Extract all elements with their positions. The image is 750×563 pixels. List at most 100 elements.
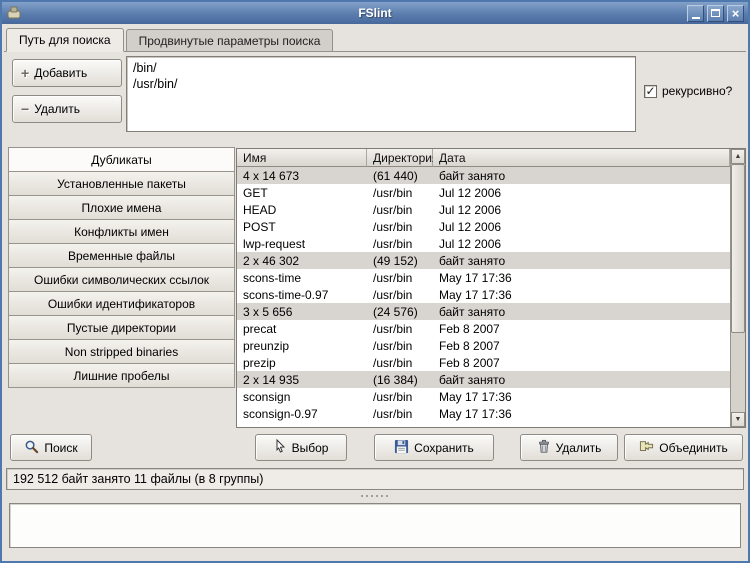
recursive-checkbox-row[interactable]: ✓ рекурсивно?: [644, 84, 732, 98]
sidebar-item-redundant-whitespace[interactable]: Лишние пробелы: [8, 363, 235, 388]
table-row[interactable]: sconsign-0.97/usr/binMay 17 17:36: [237, 405, 730, 422]
sidebar-item-empty-directories[interactable]: Пустые директории: [8, 315, 235, 340]
sidebar-item-non-stripped-binaries[interactable]: Non stripped binaries: [8, 339, 235, 364]
path-item[interactable]: /bin/: [133, 60, 629, 76]
cell-name: preunzip: [237, 339, 367, 353]
table-row[interactable]: sconsign/usr/binMay 17 17:36: [237, 388, 730, 405]
cell-date: Jul 12 2006: [433, 237, 730, 251]
vertical-scrollbar[interactable]: ▲ ▼: [730, 149, 745, 427]
tab-label: Путь для поиска: [19, 33, 111, 47]
minus-icon: −: [21, 101, 29, 117]
sidebar-item-bad-ids[interactable]: Ошибки идентификаторов: [8, 291, 235, 316]
column-header-directory[interactable]: Директория: [367, 149, 433, 167]
cell-date: May 17 17:36: [433, 288, 730, 302]
search-label: Поиск: [44, 441, 77, 455]
cell-name: scons-time-0.97: [237, 288, 367, 302]
table-row[interactable]: lwp-request/usr/binJul 12 2006: [237, 235, 730, 252]
scroll-up-button[interactable]: ▲: [731, 149, 745, 164]
scroll-up-icon: ▲: [735, 153, 742, 160]
sidebar-item-temp-files[interactable]: Временные файлы: [8, 243, 235, 268]
cell-directory: /usr/bin: [367, 186, 433, 200]
cell-directory: /usr/bin: [367, 271, 433, 285]
sidebar-item-installed-packages[interactable]: Установленные пакеты: [8, 171, 235, 196]
sidebar-item-bad-names[interactable]: Плохие имена: [8, 195, 235, 220]
cell-date: Jul 12 2006: [433, 186, 730, 200]
trash-icon: [537, 439, 551, 457]
table-row[interactable]: GET/usr/binJul 12 2006: [237, 184, 730, 201]
cell-name: HEAD: [237, 203, 367, 217]
scrollbar-thumb[interactable]: [731, 164, 745, 333]
minimize-button[interactable]: [687, 5, 704, 22]
table-row[interactable]: scons-time/usr/binMay 17 17:36: [237, 269, 730, 286]
table-row[interactable]: POST/usr/binJul 12 2006: [237, 218, 730, 235]
scrollbar-track[interactable]: [731, 164, 745, 412]
cell-name: sconsign-0.97: [237, 407, 367, 421]
search-icon: [24, 439, 39, 457]
save-button[interactable]: Сохранить: [374, 434, 494, 461]
cell-directory: (61 440): [367, 169, 433, 183]
tab-search-path[interactable]: Путь для поиска: [6, 28, 124, 52]
sidebar-item-label: Плохие имена: [82, 201, 162, 215]
recursive-checkbox[interactable]: ✓: [644, 85, 657, 98]
cell-directory: /usr/bin: [367, 407, 433, 421]
cell-name: 2 x 46 302: [237, 254, 367, 268]
sidebar-item-name-clashes[interactable]: Конфликты имен: [8, 219, 235, 244]
fslint-window: FSlint × Путь для поиска Продвинутые пар…: [0, 0, 750, 563]
path-item[interactable]: /usr/bin/: [133, 76, 629, 92]
tab-advanced-parameters[interactable]: Продвинутые параметры поиска: [126, 29, 334, 51]
cell-date: байт занято: [433, 373, 730, 387]
table-row[interactable]: preunzip/usr/binFeb 8 2007: [237, 337, 730, 354]
sidebar-item-bad-symlinks[interactable]: Ошибки символических ссылок: [8, 267, 235, 292]
remove-path-button[interactable]: − Удалить: [12, 95, 122, 123]
scroll-down-button[interactable]: ▼: [731, 412, 745, 427]
cell-directory: (49 152): [367, 254, 433, 268]
save-floppy-icon: [394, 439, 409, 457]
search-button[interactable]: Поиск: [10, 434, 92, 461]
cell-date: Feb 8 2007: [433, 356, 730, 370]
delete-button[interactable]: Удалить: [520, 434, 618, 461]
remove-path-label: Удалить: [34, 102, 80, 116]
table-row[interactable]: precat/usr/binFeb 8 2007: [237, 320, 730, 337]
column-header-date[interactable]: Дата: [433, 149, 730, 167]
pane-resize-handle[interactable]: [2, 492, 748, 500]
table-group-row[interactable]: 4 x 14 673(61 440)байт занято: [237, 167, 730, 184]
merge-label: Объединить: [659, 441, 728, 455]
sidebar-item-label: Дубликаты: [91, 153, 152, 167]
details-pane: [9, 503, 741, 548]
cell-date: Jul 12 2006: [433, 203, 730, 217]
sidebar-item-duplicates[interactable]: Дубликаты: [8, 147, 235, 172]
maximize-icon: [711, 9, 720, 17]
table-group-row[interactable]: 2 x 14 935(16 384)байт занято: [237, 371, 730, 388]
table-row[interactable]: prezip/usr/binFeb 8 2007: [237, 354, 730, 371]
cell-name: 4 x 14 673: [237, 169, 367, 183]
sidebar-item-label: Non stripped binaries: [65, 345, 178, 359]
cell-directory: (24 576): [367, 305, 433, 319]
table-group-row[interactable]: 2 x 46 302(49 152)байт занято: [237, 252, 730, 269]
add-path-button[interactable]: + Добавить: [12, 59, 122, 87]
search-paths-list[interactable]: /bin/ /usr/bin/: [126, 56, 636, 132]
tab-label: Продвинутые параметры поиска: [139, 34, 321, 48]
checkmark-icon: ✓: [645, 86, 655, 97]
status-text: 192 512 байт занято 11 файлы (в 8 группы…: [13, 472, 263, 486]
handle-dots-icon: [360, 495, 390, 497]
table-row[interactable]: HEAD/usr/binJul 12 2006: [237, 201, 730, 218]
notebook-tabs: Путь для поиска Продвинутые параметры по…: [4, 28, 746, 52]
select-button[interactable]: Выбор: [255, 434, 347, 461]
maximize-button[interactable]: [707, 5, 724, 22]
cell-name: scons-time: [237, 271, 367, 285]
table-row[interactable]: scons-time-0.97/usr/binMay 17 17:36: [237, 286, 730, 303]
sidebar-item-label: Лишние пробелы: [73, 369, 169, 383]
column-header-name[interactable]: Имя: [237, 149, 367, 167]
plus-icon: +: [21, 65, 29, 81]
merge-button[interactable]: Объединить: [624, 434, 743, 461]
cell-date: байт занято: [433, 169, 730, 183]
sidebar: Дубликаты Установленные пакеты Плохие им…: [8, 147, 235, 388]
close-icon: ×: [732, 7, 740, 20]
table-group-row[interactable]: 3 x 5 656(24 576)байт занято: [237, 303, 730, 320]
cell-date: Feb 8 2007: [433, 322, 730, 336]
cell-directory: /usr/bin: [367, 288, 433, 302]
cell-date: Feb 8 2007: [433, 339, 730, 353]
sidebar-item-label: Ошибки символических ссылок: [34, 273, 209, 287]
close-button[interactable]: ×: [727, 5, 744, 22]
titlebar: FSlint ×: [2, 2, 748, 24]
